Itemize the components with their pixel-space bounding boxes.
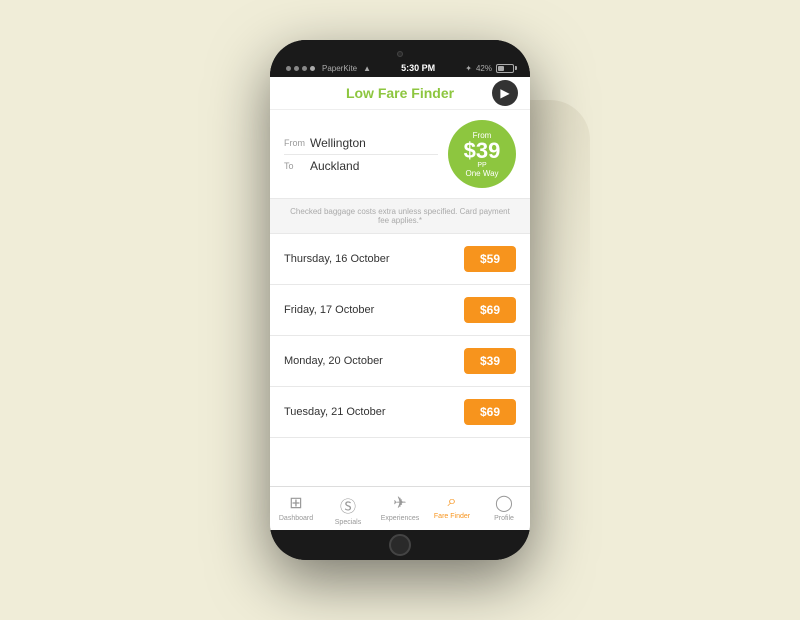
- bubble-pp-text: PP: [477, 162, 486, 169]
- price-bubble: From $39 PP One Way: [448, 120, 516, 188]
- bubble-price-amount: $39: [464, 140, 501, 162]
- experiences-label: Experiences: [381, 515, 420, 522]
- signal-dot-4: [310, 66, 315, 71]
- fare-date: Tuesday, 21 October: [284, 406, 386, 418]
- dashboard-label: Dashboard: [279, 515, 313, 522]
- battery-bar: [496, 64, 514, 73]
- nav-item-specials[interactable]: Ⓢ Specials: [322, 491, 374, 528]
- disclaimer-content: Checked baggage costs extra unless speci…: [290, 207, 510, 225]
- disclaimer-text: Checked baggage costs extra unless speci…: [270, 199, 530, 234]
- form-fields: From Wellington To Auckland: [284, 132, 438, 177]
- fare-price-button[interactable]: $39: [464, 348, 516, 374]
- nav-item-profile[interactable]: ◯ Profile: [478, 491, 530, 528]
- app-header: Low Fare Finder ▶: [270, 77, 530, 110]
- fare-row[interactable]: Friday, 17 October $69: [270, 285, 530, 336]
- status-left: PaperKite ▲: [286, 64, 371, 73]
- fare-price-button[interactable]: $59: [464, 246, 516, 272]
- dashboard-icon: ⊞: [289, 493, 302, 513]
- nav-item-dashboard[interactable]: ⊞ Dashboard: [270, 491, 322, 528]
- next-icon: ▶: [500, 86, 509, 100]
- fare-row[interactable]: Monday, 20 October $39: [270, 336, 530, 387]
- from-row[interactable]: From Wellington: [284, 132, 438, 155]
- signal-dot-3: [302, 66, 307, 71]
- search-form: From Wellington To Auckland From $39 PP …: [270, 110, 530, 199]
- fare-price-button[interactable]: $69: [464, 399, 516, 425]
- signal-dot-1: [286, 66, 291, 71]
- fare-row[interactable]: Thursday, 16 October $59: [270, 234, 530, 285]
- phone-frame: PaperKite ▲ 5:30 PM ✦ 42% Low Fare Finde…: [270, 40, 530, 560]
- to-row[interactable]: To Auckland: [284, 155, 438, 177]
- experiences-icon: ✈: [393, 493, 406, 513]
- to-label: To: [284, 161, 310, 171]
- screen: Low Fare Finder ▶ From Wellington To Auc…: [270, 77, 530, 530]
- home-button-area: [270, 530, 530, 560]
- profile-label: Profile: [494, 515, 514, 522]
- profile-icon: ◯: [495, 493, 513, 513]
- from-value: Wellington: [310, 136, 366, 150]
- signal-dot-2: [294, 66, 299, 71]
- battery-percent: 42%: [476, 64, 492, 73]
- battery-fill: [498, 66, 504, 71]
- time-display: 5:30 PM: [401, 63, 435, 73]
- carrier-name: PaperKite: [322, 64, 357, 73]
- fare-finder-label: Fare Finder: [434, 513, 470, 520]
- fare-date: Thursday, 16 October: [284, 253, 390, 265]
- from-label: From: [284, 138, 310, 148]
- header-title: Low Fare Finder: [346, 85, 454, 101]
- specials-icon: Ⓢ: [340, 493, 356, 517]
- fare-list[interactable]: Thursday, 16 October $59 Friday, 17 Octobe…: [270, 234, 530, 486]
- specials-label: Specials: [335, 519, 361, 526]
- wifi-icon: ▲: [363, 64, 371, 73]
- fare-finder-icon: ⌕: [448, 493, 457, 511]
- next-button[interactable]: ▶: [492, 80, 518, 106]
- to-value: Auckland: [310, 159, 359, 173]
- bottom-nav: ⊞ Dashboard Ⓢ Specials ✈ Experiences ⌕ F…: [270, 486, 530, 530]
- bubble-one-way-text: One Way: [465, 169, 498, 178]
- fare-date: Friday, 17 October: [284, 304, 374, 316]
- status-right: ✦ 42%: [465, 64, 514, 73]
- bluetooth-icon: ✦: [465, 64, 472, 73]
- fare-date: Monday, 20 October: [284, 355, 383, 367]
- nav-item-fare-finder[interactable]: ⌕ Fare Finder: [426, 491, 478, 528]
- home-button[interactable]: [389, 534, 411, 556]
- status-bar: PaperKite ▲ 5:30 PM ✦ 42%: [270, 57, 530, 77]
- fare-row[interactable]: Tuesday, 21 October $69: [270, 387, 530, 438]
- nav-item-experiences[interactable]: ✈ Experiences: [374, 491, 426, 528]
- top-notch: [270, 40, 530, 57]
- fare-price-button[interactable]: $69: [464, 297, 516, 323]
